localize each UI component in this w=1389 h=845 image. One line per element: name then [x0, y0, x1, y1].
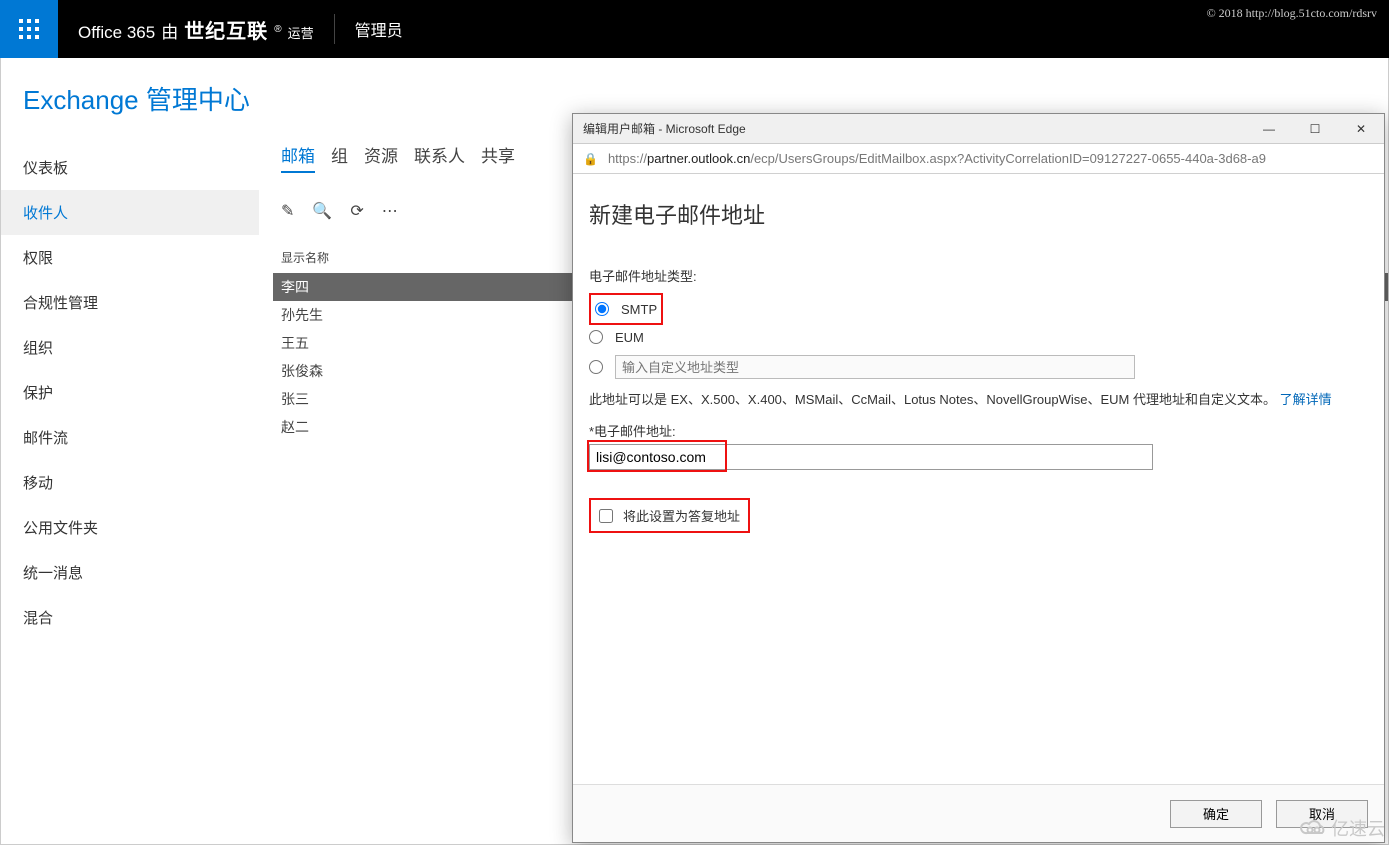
custom-type-input[interactable] — [615, 355, 1135, 379]
app-launcher-button[interactable] — [0, 0, 58, 58]
tab-mailboxes[interactable]: 邮箱 — [281, 142, 315, 173]
edit-icon[interactable]: ✎ — [281, 201, 294, 221]
sidebar-item-recipients[interactable]: 收件人 — [1, 190, 259, 235]
sidebar-item-mobile[interactable]: 移动 — [1, 460, 259, 505]
highlight-smtp: SMTP — [589, 293, 663, 325]
sidebar: Exchange 管理中心 仪表板 收件人 权限 合规性管理 组织 保护 邮件流… — [1, 58, 259, 844]
page-title: Exchange 管理中心 — [1, 80, 259, 145]
sidebar-item-mailflow[interactable]: 邮件流 — [1, 415, 259, 460]
divider — [334, 14, 335, 44]
tab-resources[interactable]: 资源 — [364, 142, 398, 173]
ok-button[interactable]: 确定 — [1170, 800, 1262, 828]
type-label: 电子邮件地址类型: — [589, 266, 1368, 285]
sidebar-item-compliance[interactable]: 合规性管理 — [1, 280, 259, 325]
tab-contacts[interactable]: 联系人 — [414, 142, 465, 173]
more-icon[interactable]: ⋯ — [382, 201, 398, 221]
brand: Office 365 由 世纪互联 ® 运营 — [78, 15, 314, 44]
admin-label[interactable]: 管理员 — [355, 17, 403, 41]
lock-icon: 🔒 — [583, 152, 598, 166]
registered-icon: ® — [274, 24, 281, 35]
popup-footer: 确定 取消 — [573, 784, 1384, 842]
radio-smtp-label: SMTP — [621, 302, 657, 317]
url-host: partner.outlook.cn — [647, 151, 750, 166]
email-input[interactable] — [589, 444, 1153, 470]
sidebar-item-organization[interactable]: 组织 — [1, 325, 259, 370]
tab-groups[interactable]: 组 — [331, 142, 348, 173]
popup-body: 新建电子邮件地址 电子邮件地址类型: SMTP EUM 此地址可以是 EX、X.… — [573, 174, 1384, 784]
radio-smtp[interactable] — [595, 302, 609, 316]
refresh-icon[interactable]: ⟳ — [350, 201, 363, 221]
email-label: *电子邮件地址: — [589, 421, 1368, 440]
watermark: 亿速云 — [1299, 815, 1385, 841]
window-close-button[interactable]: ✕ — [1338, 114, 1384, 144]
sidebar-item-unified-messaging[interactable]: 统一消息 — [1, 550, 259, 595]
cloud-icon — [1299, 819, 1327, 837]
reply-address-checkbox[interactable] — [599, 509, 613, 523]
radio-eum[interactable] — [589, 330, 603, 344]
radio-eum-label: EUM — [615, 330, 644, 345]
popup-window: 编辑用户邮箱 - Microsoft Edge — ☐ ✕ 🔒 https://… — [572, 113, 1385, 843]
sidebar-item-dashboard[interactable]: 仪表板 — [1, 145, 259, 190]
highlight-reply-checkbox: 将此设置为答复地址 — [589, 498, 750, 533]
learn-more-link[interactable]: 了解详情 — [1280, 392, 1332, 407]
brand-by: 由 — [161, 18, 178, 43]
watermark-text: 亿速云 — [1331, 815, 1385, 841]
reply-address-label: 将此设置为答复地址 — [623, 506, 740, 525]
url-prefix: https:// — [608, 151, 647, 166]
top-bar: Office 365 由 世纪互联 ® 运营 管理员 © 2018 http:/… — [0, 0, 1389, 58]
brand-op: 运营 — [288, 23, 314, 42]
window-titlebar[interactable]: 编辑用户邮箱 - Microsoft Edge — ☐ ✕ — [573, 114, 1384, 144]
sidebar-item-public-folders[interactable]: 公用文件夹 — [1, 505, 259, 550]
help-text-content: 此地址可以是 EX、X.500、X.400、MSMail、CcMail、Lotu… — [589, 392, 1276, 407]
window-title: 编辑用户邮箱 - Microsoft Edge — [583, 120, 746, 137]
url-path: /ecp/UsersGroups/EditMailbox.aspx?Activi… — [750, 151, 1266, 166]
brand-left: Office 365 — [78, 23, 155, 43]
sidebar-item-protection[interactable]: 保护 — [1, 370, 259, 415]
help-text: 此地址可以是 EX、X.500、X.400、MSMail、CcMail、Lotu… — [589, 389, 1368, 411]
url: https://partner.outlook.cn/ecp/UsersGrou… — [608, 151, 1266, 166]
search-icon[interactable]: 🔍 — [312, 201, 332, 221]
window-maximize-button[interactable]: ☐ — [1292, 114, 1338, 144]
radio-custom[interactable] — [589, 360, 603, 374]
sidebar-item-permissions[interactable]: 权限 — [1, 235, 259, 280]
sidebar-item-hybrid[interactable]: 混合 — [1, 595, 259, 640]
copyright: © 2018 http://blog.51cto.com/rdsrv — [1207, 6, 1377, 21]
brand-cn: 世纪互联 — [184, 15, 268, 44]
address-bar[interactable]: 🔒 https://partner.outlook.cn/ecp/UsersGr… — [573, 144, 1384, 174]
tab-shared[interactable]: 共享 — [481, 142, 515, 173]
popup-heading: 新建电子邮件地址 — [589, 198, 1368, 230]
waffle-icon — [19, 19, 39, 39]
window-minimize-button[interactable]: — — [1246, 114, 1292, 144]
